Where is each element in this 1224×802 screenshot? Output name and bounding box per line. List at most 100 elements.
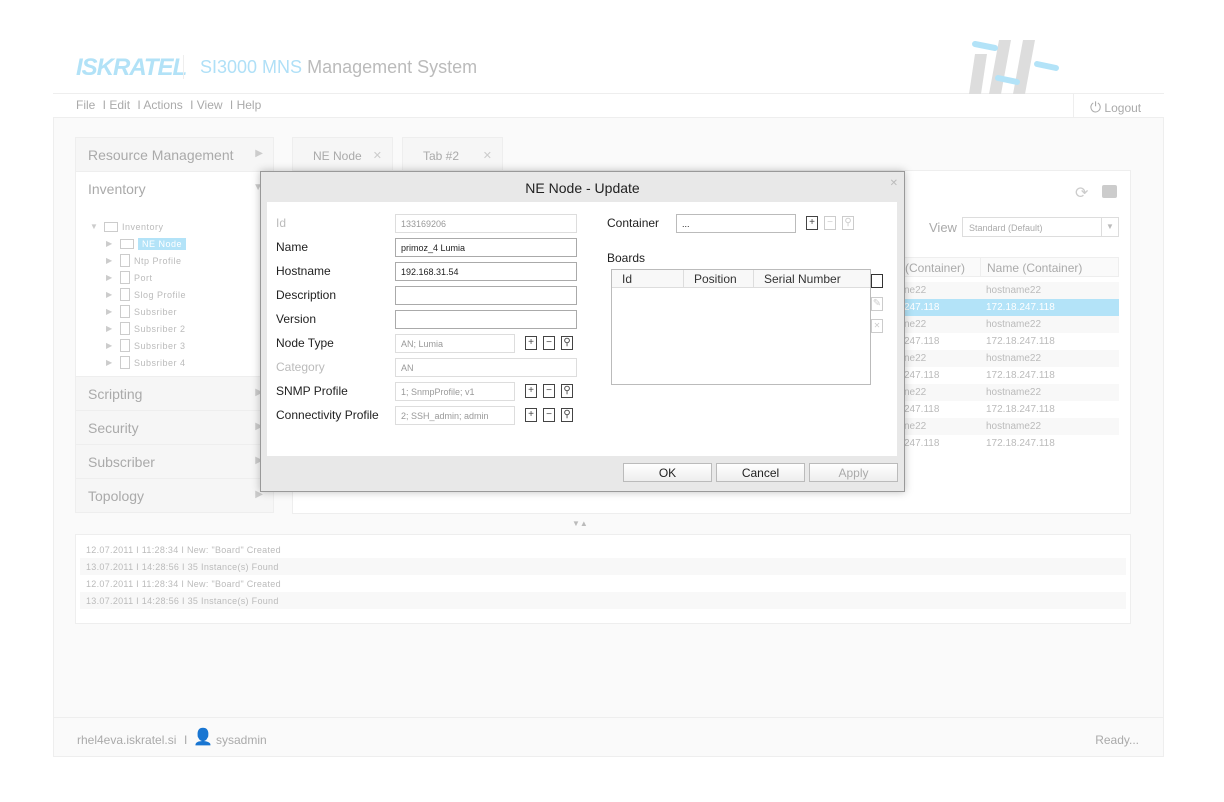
search-icon[interactable]: ⚲ (561, 384, 573, 398)
name-field[interactable]: primoz_4 Lumia (395, 238, 577, 257)
version-field[interactable] (395, 310, 577, 329)
table-row[interactable]: 247.118 172.18.247.118 (898, 333, 1119, 350)
tree-item[interactable]: ▶ Ntp Profile (106, 252, 186, 269)
tree-item[interactable]: ▶ Subsriber 3 (106, 337, 186, 354)
table-row[interactable]: ne22 hostname22 (898, 350, 1119, 367)
ok-button[interactable]: OK (623, 463, 712, 482)
menu-bar: File I Edit I Actions I View I Help (53, 94, 1164, 118)
close-icon[interactable]: ✕ (373, 149, 382, 162)
description-field[interactable] (395, 286, 577, 305)
remove-icon[interactable]: − (543, 408, 555, 422)
expand-icon[interactable]: ▶ (106, 358, 116, 367)
refresh-icon[interactable]: ⟳ (1075, 183, 1088, 203)
section-label: Scripting (88, 386, 143, 402)
cell: ne22 (904, 353, 927, 364)
status-bar: rhel4eva.iskratel.si I 👤 sysadmin Ready.… (53, 717, 1164, 757)
tree-item[interactable]: ▶ NE Node (106, 235, 187, 252)
table-row[interactable]: 247.118 172.18.247.118 (898, 435, 1119, 452)
menu-help[interactable]: Help (237, 98, 262, 112)
cell: hostname22 (986, 387, 1042, 398)
column-header[interactable]: Name (Container) (981, 258, 1082, 276)
sidebar-item-scripting[interactable]: Scripting▶ (76, 377, 273, 411)
column-header[interactable]: (Container) (899, 258, 981, 276)
tab-label: Tab #2 (423, 149, 460, 163)
tree-item[interactable]: ▶ Port (106, 269, 186, 286)
expand-icon[interactable]: ▶ (106, 256, 116, 265)
section-label: Topology (88, 488, 145, 504)
menu-view[interactable]: View (197, 98, 223, 112)
expand-icon[interactable]: ▶ (106, 239, 116, 248)
tree-item[interactable]: ▶ Subsriber 2 (106, 320, 186, 337)
tab-ne-node[interactable]: NE Node ✕ (292, 137, 393, 171)
print-icon[interactable] (1102, 185, 1117, 198)
add-icon[interactable]: + (525, 408, 537, 422)
cell: 172.18.247.118 (986, 404, 1055, 415)
remove-icon[interactable]: − (543, 336, 555, 350)
menu-file[interactable]: File (76, 98, 95, 112)
cell: ne22 (904, 387, 927, 398)
close-icon[interactable]: ✕ (483, 149, 492, 162)
name-label: Name (276, 240, 309, 254)
expand-icon[interactable]: ▶ (106, 307, 116, 316)
view-select[interactable]: Standard (Default) ▼ (962, 217, 1119, 237)
sidebar-item-topology[interactable]: Topology ▶ (76, 479, 273, 513)
section-label: Inventory (88, 181, 146, 197)
table-row[interactable]: ne22 hostname22 (898, 418, 1119, 435)
table-row[interactable]: 247.118 172.18.247.118 (898, 401, 1119, 418)
sidebar-item-security[interactable]: Security▶ (76, 411, 273, 445)
arrow-right-icon: ▶ (255, 148, 263, 159)
logout-button[interactable]: ⏻ Logout (1073, 94, 1163, 118)
remove-icon[interactable]: − (543, 384, 555, 398)
connectivity-profile-field: 2; SSH_admin; admin (395, 406, 515, 425)
snmp-profile-label: SNMP Profile (276, 384, 348, 398)
tree-item[interactable]: ▶ Subsriber 4 (106, 354, 186, 371)
splitter-handle[interactable]: ▼▲ (572, 519, 588, 528)
tree-label: NE Node (138, 237, 187, 250)
table-row[interactable]: 247.118 172.18.247.118 (898, 367, 1119, 384)
sidebar-item-subscriber[interactable]: Subscriber▶ (76, 445, 273, 479)
connectivity-profile-label: Connectivity Profile (276, 408, 379, 422)
column-header[interactable]: Id (612, 270, 684, 287)
title-accent: SI3000 MNS (200, 57, 303, 77)
inventory-tree: ▼ Inventory ▶ NE Node ▶ Ntp Profile ▶ Port ▶ Slo… (90, 218, 187, 371)
search-icon[interactable]: ⚲ (561, 336, 573, 350)
cell: ne22 (904, 421, 927, 432)
table-row[interactable]: ne22 hostname22 (898, 282, 1119, 299)
category-field: AN (395, 358, 577, 377)
table-row[interactable]: ne22 hostname22 (898, 384, 1119, 401)
tree-item[interactable]: ▶ Slog Profile (106, 286, 186, 303)
tree-root[interactable]: ▼ Inventory (90, 218, 186, 235)
tab-2[interactable]: Tab #2 ✕ (402, 137, 503, 171)
cell: hostname22 (986, 285, 1042, 296)
edit-board-icon: ✎ (871, 297, 883, 311)
chevron-down-icon: ▼ (1101, 218, 1118, 236)
expand-icon[interactable]: ▶ (106, 324, 116, 333)
container-field[interactable]: ... (676, 214, 796, 233)
cancel-button[interactable]: Cancel (716, 463, 805, 482)
menu-edit[interactable]: Edit (109, 98, 130, 112)
tree-item[interactable]: ▶ Subsriber (106, 303, 186, 320)
table-row[interactable]: 247.118 172.18.247.118 (898, 299, 1119, 316)
expand-icon[interactable]: ▶ (106, 341, 116, 350)
close-icon[interactable]: ✕ (890, 178, 898, 189)
add-icon[interactable]: + (806, 216, 818, 230)
menu-actions[interactable]: Actions (143, 98, 182, 112)
category-label: Category (276, 360, 325, 374)
add-icon[interactable]: + (525, 384, 537, 398)
status-text: Ready... (1095, 733, 1139, 747)
expand-icon[interactable]: ▶ (106, 273, 116, 282)
log-entry: 13.07.2011 I 14:28:56 I 35 Instance(s) F… (80, 592, 1126, 609)
app-title: SI3000 MNS Management System (200, 57, 477, 78)
dialog-body: Id 133169206 Name primoz_4 Lumia Hostnam… (267, 202, 897, 456)
tree-label: Subsriber (134, 306, 178, 317)
new-board-icon[interactable] (871, 274, 883, 288)
add-icon[interactable]: + (525, 336, 537, 350)
expand-icon[interactable]: ▶ (106, 290, 116, 299)
column-header[interactable]: Position (684, 270, 754, 287)
search-icon[interactable]: ⚲ (561, 408, 573, 422)
log-entry: 12.07.2011 I 11:28:34 I New: "Board" Cre… (86, 545, 281, 555)
table-row[interactable]: ne22 hostname22 (898, 316, 1119, 333)
sidebar-item-resource-management[interactable]: Resource Management ▶ (76, 138, 273, 172)
hostname-field[interactable]: 192.168.31.54 (395, 262, 577, 281)
column-header[interactable]: Serial Number (754, 270, 870, 287)
